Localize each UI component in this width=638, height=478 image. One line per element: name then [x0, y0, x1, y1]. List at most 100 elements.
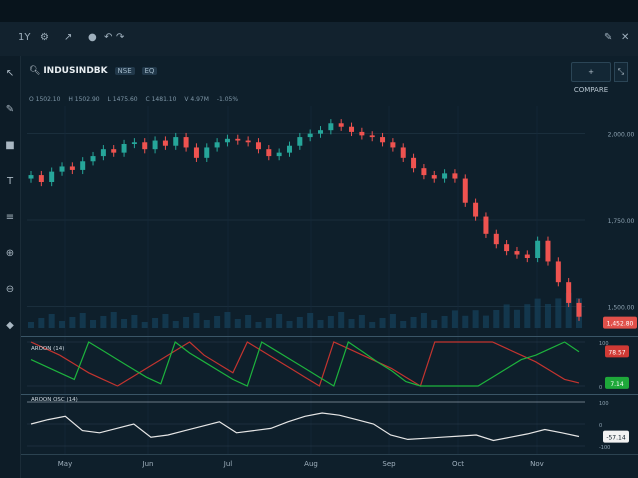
close-icon[interactable]: ✕	[621, 32, 629, 43]
candle	[100, 149, 106, 157]
volume-bar	[513, 309, 520, 328]
volume-bar	[431, 320, 438, 328]
volume-bar	[48, 314, 55, 328]
candle	[38, 175, 44, 182]
candle	[214, 142, 220, 148]
volume-bar	[534, 298, 541, 328]
x-axis-label: Jul	[223, 460, 233, 468]
candle	[142, 142, 148, 150]
candle	[121, 144, 127, 153]
interval-selector[interactable]: 1Y	[18, 32, 30, 43]
last-price-label: 1,452.80	[607, 321, 634, 328]
volume-bar	[110, 312, 117, 328]
aroon-down-line	[30, 341, 580, 387]
candle	[369, 135, 375, 138]
volume-bar	[451, 310, 458, 328]
candle	[576, 302, 582, 317]
candle	[452, 173, 458, 179]
volume-bar	[69, 317, 76, 328]
candle	[307, 133, 313, 138]
chart-toolbar: 1Y ⚙ ↗ ● ↶ ↷ ✎ ✕	[0, 22, 638, 57]
circle-icon[interactable]: ●	[88, 32, 97, 43]
aroon-axis-0: 0	[599, 385, 602, 391]
undo-icon[interactable]: ↶	[104, 32, 112, 43]
candle	[349, 126, 355, 132]
pen-icon[interactable]: ✎	[604, 32, 612, 43]
volume-bar	[162, 314, 169, 328]
volume-bar	[100, 316, 107, 328]
x-axis-label: Nov	[530, 460, 544, 468]
indicators-icon[interactable]: ⚙	[40, 32, 49, 43]
x-axis-label: Aug	[304, 460, 318, 468]
x-axis-label: Jun	[142, 460, 154, 468]
volume-bar	[152, 318, 159, 328]
volume-bar	[420, 313, 427, 328]
chart-svg[interactable]: 2,000.00 1,750.00 1,500.00 1,452.80 AROON (1…	[21, 56, 638, 478]
volume-bar	[276, 314, 283, 328]
pane-divider	[21, 336, 638, 337]
aroon-osc-title: AROON OSC (14)	[31, 397, 78, 403]
volume-bar	[265, 318, 272, 328]
volume-bar	[121, 319, 128, 328]
brush-icon[interactable]: ✎	[4, 104, 16, 116]
top-strip	[0, 0, 638, 23]
volume-bar	[317, 320, 324, 328]
drawing-sidebar: ↖ ✎ ■ T ≡ ⊕ ⊖ ◆	[0, 56, 21, 478]
candle	[338, 123, 344, 127]
volume-bar	[90, 320, 97, 328]
eraser-icon[interactable]: ◆	[4, 320, 16, 332]
candle	[235, 138, 241, 141]
candle	[69, 166, 75, 170]
volume-bar	[224, 312, 231, 328]
candle	[328, 123, 334, 131]
candle	[400, 147, 406, 158]
volume-bar	[472, 310, 479, 328]
volume-bar	[462, 315, 469, 328]
chart-area[interactable]: 🔍︎ INDUSINDBK NSE EQ + COMPARE ⤡ O 1502.…	[21, 56, 638, 478]
text-icon[interactable]: T	[4, 176, 16, 188]
candle	[442, 173, 448, 179]
osc-value: -57.14	[606, 435, 626, 442]
price-tick-label: 2,000.00	[608, 132, 635, 139]
volume-bar	[358, 315, 365, 328]
candle	[473, 202, 479, 217]
volume-bar	[79, 313, 86, 328]
candle	[411, 157, 417, 169]
volume-bar	[203, 320, 210, 328]
rectangle-icon[interactable]: ■	[4, 140, 16, 152]
volume-bar	[555, 298, 562, 328]
candle	[514, 251, 520, 255]
candle	[183, 137, 189, 148]
candle	[224, 138, 230, 143]
volume-bar	[214, 316, 221, 328]
redo-icon[interactable]: ↷	[116, 32, 124, 43]
candle	[380, 137, 386, 143]
volume-bar	[286, 321, 293, 328]
x-axis-label: May	[58, 460, 72, 468]
zoom-out-icon[interactable]: ⊖	[4, 284, 16, 296]
volume-bar	[193, 313, 200, 328]
candle	[28, 175, 34, 179]
candle	[255, 142, 261, 150]
candle	[131, 142, 137, 144]
volume-bar	[369, 322, 376, 328]
volume-bar	[172, 321, 179, 328]
candle	[555, 261, 561, 283]
candle	[276, 152, 282, 157]
candle	[390, 142, 396, 148]
price-tick-label: 1,500.00	[608, 304, 635, 311]
fib-icon[interactable]: ≡	[4, 212, 16, 224]
candle	[245, 140, 251, 143]
candle	[359, 131, 365, 136]
candle	[318, 130, 324, 134]
draw-tools-icon[interactable]: ↗	[64, 32, 72, 43]
zoom-in-icon[interactable]: ⊕	[4, 248, 16, 260]
volume-bar	[327, 316, 334, 328]
volume-bar	[183, 317, 190, 328]
volume-bar	[389, 314, 396, 328]
cursor-icon[interactable]: ↖	[4, 68, 16, 80]
volume-bar	[38, 318, 45, 328]
candle	[286, 145, 292, 153]
candle	[566, 282, 572, 303]
volume-bar	[338, 312, 345, 328]
